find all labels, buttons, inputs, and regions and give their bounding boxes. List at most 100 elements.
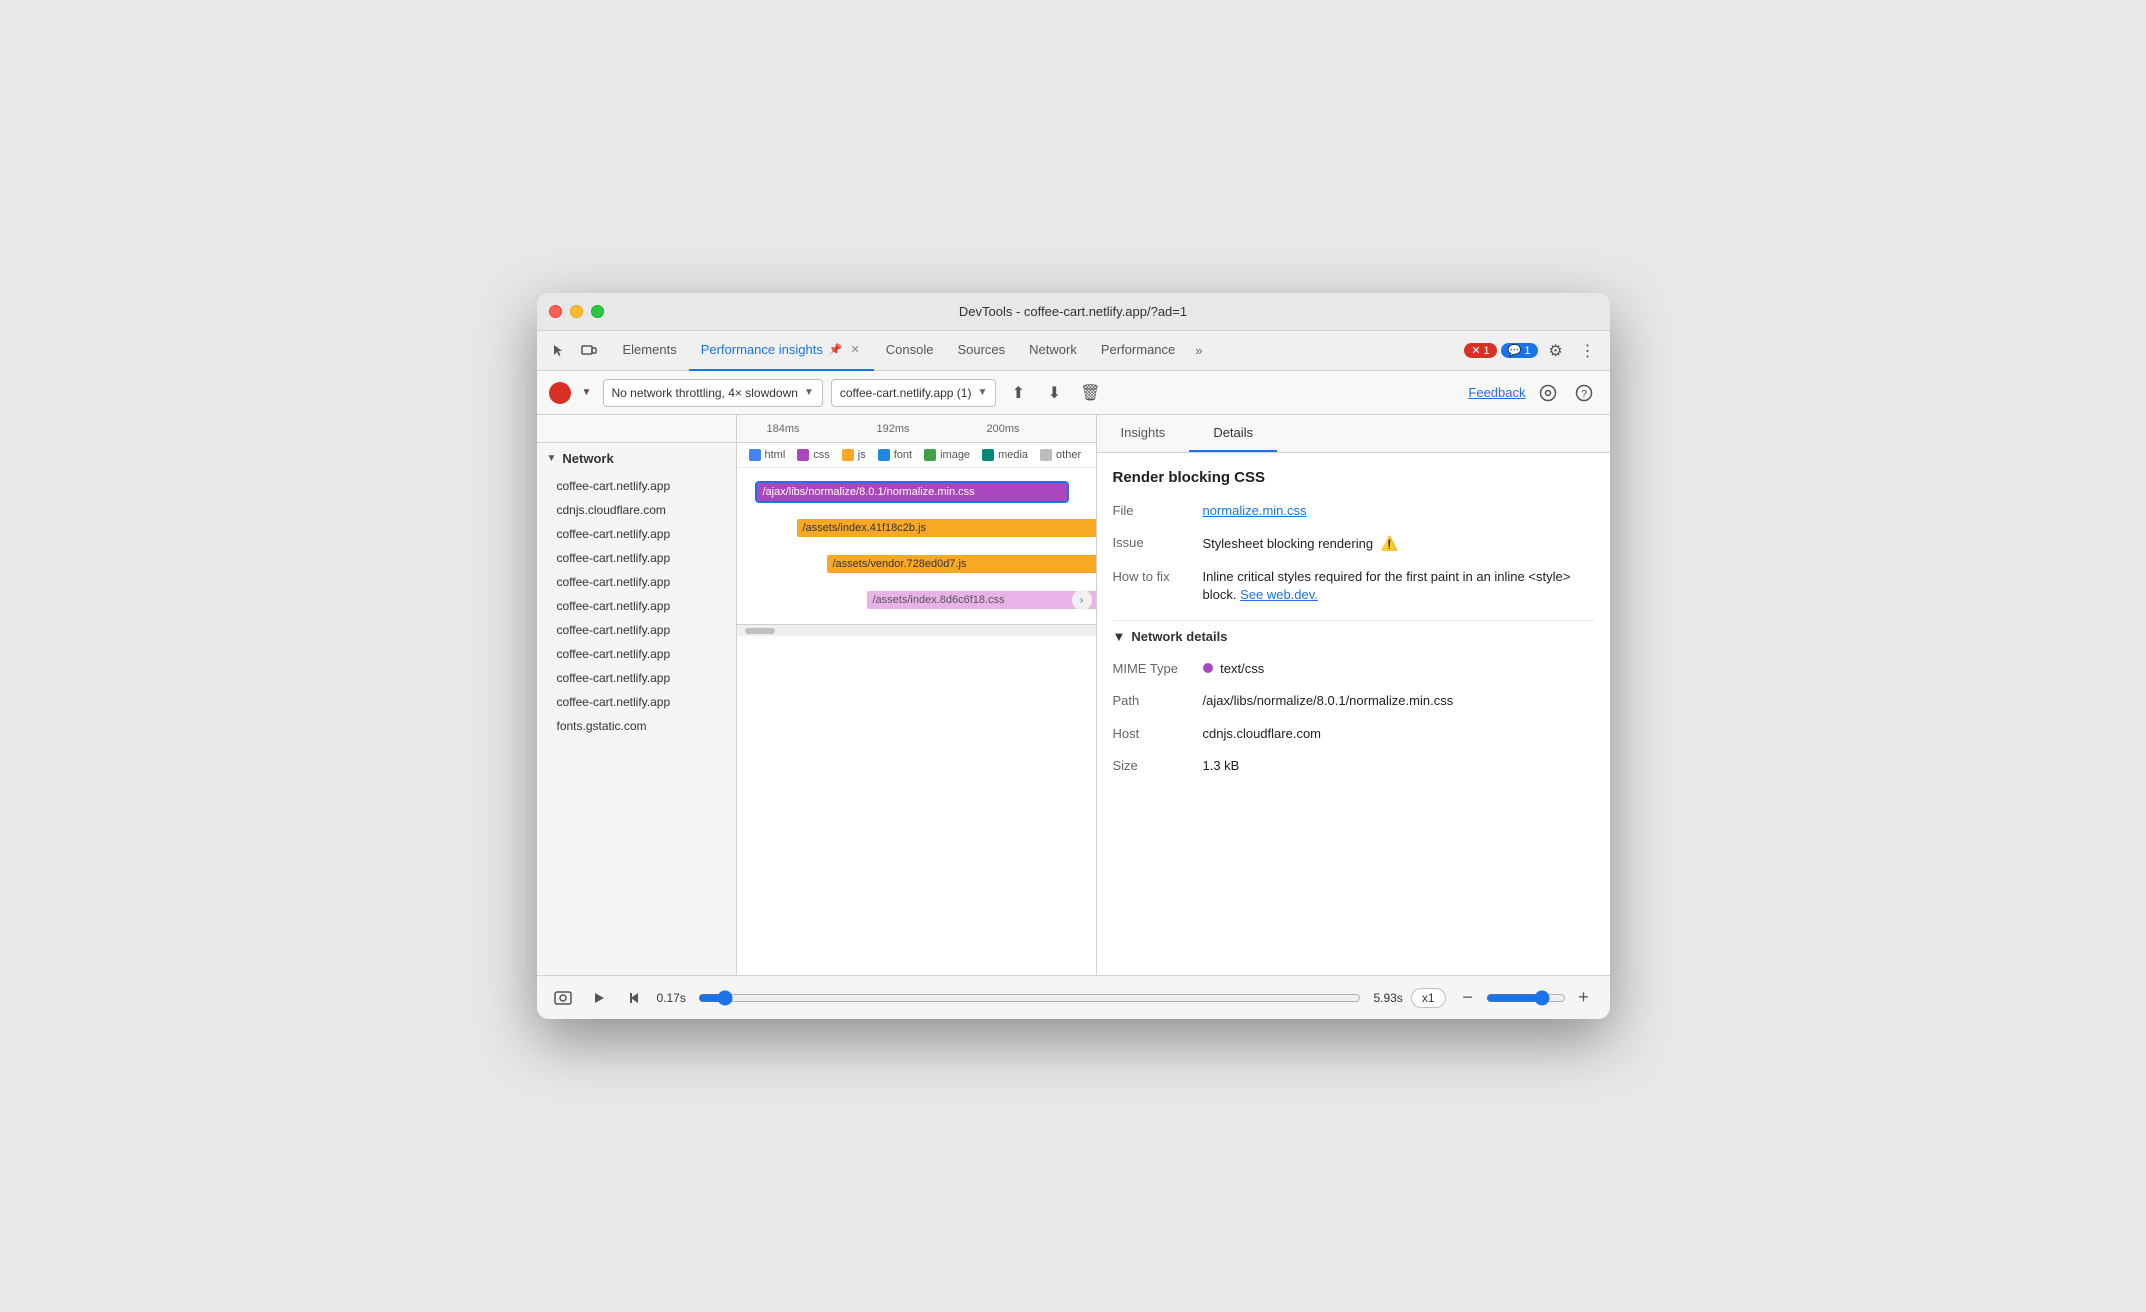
- issue-value: Stylesheet blocking rendering ⚠️: [1203, 534, 1594, 554]
- record-button[interactable]: [549, 382, 571, 404]
- size-value: 1.3 kB: [1203, 757, 1594, 775]
- upload-button[interactable]: ⬆: [1004, 379, 1032, 407]
- list-item[interactable]: coffee-cart.netlify.app: [537, 570, 736, 594]
- tab-performance[interactable]: Performance: [1089, 331, 1187, 371]
- device-icon-btn[interactable]: [575, 337, 603, 365]
- panel-content: Render blocking CSS File normalize.min.c…: [1097, 453, 1610, 975]
- tab-insights[interactable]: Insights: [1097, 415, 1190, 452]
- tab-network[interactable]: Network: [1017, 331, 1089, 371]
- legend-other-dot: [1040, 449, 1052, 461]
- list-item[interactable]: coffee-cart.netlify.app: [537, 690, 736, 714]
- legend-js: js: [842, 449, 866, 461]
- legend-media: media: [982, 449, 1028, 461]
- issue-text: Stylesheet blocking rendering: [1203, 536, 1374, 551]
- legend-media-dot: [982, 449, 994, 461]
- tab-performance-insights-label: Performance insights: [701, 342, 823, 357]
- waterfall-row-1[interactable]: /assets/index.41f18c2b.js: [737, 512, 1096, 544]
- traffic-lights: [549, 305, 604, 318]
- playback-slider[interactable]: [698, 990, 1362, 1006]
- close-button[interactable]: [549, 305, 562, 318]
- zoom-slider[interactable]: [1486, 990, 1566, 1006]
- tabs-bar: Elements Performance insights 📌 ✕ Consol…: [537, 331, 1610, 371]
- message-badge[interactable]: 💬 1: [1501, 343, 1538, 358]
- mime-dot-icon: [1203, 663, 1213, 673]
- scroll-thumb[interactable]: [745, 628, 775, 634]
- list-item[interactable]: coffee-cart.netlify.app: [537, 642, 736, 666]
- timeline-header: 184ms 192ms 200ms: [537, 415, 1096, 443]
- zoom-in-button[interactable]: +: [1570, 984, 1598, 1012]
- expand-chevron[interactable]: ›: [1072, 590, 1092, 610]
- timeline-sidebar-space: [537, 415, 737, 442]
- screenshot-button[interactable]: [549, 984, 577, 1012]
- download-button[interactable]: ⬇: [1040, 379, 1068, 407]
- bar-label-3: /assets/index.8d6c6f18.css: [873, 594, 1005, 606]
- waterfall-bar-2[interactable]: /assets/vendor.728ed0d7.js: [827, 555, 1096, 573]
- legend-html-label: html: [765, 449, 786, 461]
- waterfall-row-2[interactable]: /assets/vendor.728ed0d7.js: [737, 548, 1096, 580]
- network-chevron: ▼: [547, 453, 557, 464]
- cursor-icon-btn[interactable]: [545, 337, 573, 365]
- settings-button[interactable]: ⚙: [1542, 337, 1570, 365]
- see-web-dev-link[interactable]: See web.dev.: [1240, 587, 1318, 602]
- tab-more-button[interactable]: »: [1187, 343, 1210, 358]
- list-item[interactable]: cdnjs.cloudflare.com: [537, 498, 736, 522]
- legend-other: other: [1040, 449, 1081, 461]
- waterfall-row-3[interactable]: /assets/index.8d6c6f18.css ›: [737, 584, 1096, 616]
- list-item[interactable]: fonts.gstatic.com: [537, 714, 736, 738]
- error-badge[interactable]: ✕ 1: [1464, 343, 1496, 358]
- legend-css: css: [797, 449, 830, 461]
- throttle-dropdown[interactable]: No network throttling, 4× slowdown ▼: [603, 379, 823, 407]
- legend-css-dot: [797, 449, 809, 461]
- list-item[interactable]: coffee-cart.netlify.app: [537, 618, 736, 642]
- tab-details[interactable]: Details: [1189, 415, 1277, 452]
- toolbar-help-button[interactable]: ?: [1570, 379, 1598, 407]
- scroll-area[interactable]: [737, 624, 1096, 636]
- record-dropdown-button[interactable]: ▼: [579, 379, 595, 407]
- play-button[interactable]: [585, 984, 613, 1012]
- url-dropdown-arrow: ▼: [977, 387, 987, 398]
- main-content: 184ms 192ms 200ms ▼ Network coffee-cart.…: [537, 415, 1610, 975]
- tab-close-icon[interactable]: ✕: [849, 342, 862, 357]
- waterfall-bar-0[interactable]: /ajax/libs/normalize/8.0.1/normalize.min…: [757, 483, 1067, 501]
- maximize-button[interactable]: [591, 305, 604, 318]
- tab-sources[interactable]: Sources: [945, 331, 1017, 371]
- toolbar-settings-button[interactable]: [1534, 379, 1562, 407]
- window-title: DevTools - coffee-cart.netlify.app/?ad=1: [959, 304, 1187, 319]
- skip-start-button[interactable]: [621, 984, 649, 1012]
- list-item[interactable]: coffee-cart.netlify.app: [537, 522, 736, 546]
- legend-js-label: js: [858, 449, 866, 461]
- more-options-button[interactable]: ⋮: [1574, 337, 1602, 365]
- zoom-controls: − +: [1454, 984, 1598, 1012]
- tab-console[interactable]: Console: [874, 331, 946, 371]
- url-dropdown[interactable]: coffee-cart.netlify.app (1) ▼: [831, 379, 997, 407]
- zoom-out-button[interactable]: −: [1454, 984, 1482, 1012]
- delete-button[interactable]: 🗑: [1076, 379, 1104, 407]
- tab-performance-label: Performance: [1101, 342, 1175, 357]
- tab-elements[interactable]: Elements: [611, 331, 689, 371]
- list-item[interactable]: coffee-cart.netlify.app: [537, 546, 736, 570]
- timeline-ticks: 184ms 192ms 200ms: [737, 415, 1096, 442]
- list-item[interactable]: coffee-cart.netlify.app: [537, 666, 736, 690]
- tab-sources-label: Sources: [957, 342, 1005, 357]
- speed-button[interactable]: x1: [1411, 988, 1446, 1008]
- tab-elements-label: Elements: [623, 342, 677, 357]
- legend-html-dot: [749, 449, 761, 461]
- feedback-link[interactable]: Feedback: [1468, 385, 1525, 400]
- waterfall-row-0[interactable]: /ajax/libs/normalize/8.0.1/normalize.min…: [737, 476, 1096, 508]
- waterfall-bar-1[interactable]: /assets/index.41f18c2b.js: [797, 519, 1096, 537]
- network-details-chevron: ▼: [1113, 629, 1126, 644]
- file-link[interactable]: normalize.min.css: [1203, 503, 1307, 518]
- throttle-label: No network throttling, 4× slowdown: [612, 386, 798, 400]
- network-details-header[interactable]: ▼ Network details: [1113, 620, 1594, 652]
- detail-row-size: Size 1.3 kB: [1113, 757, 1594, 775]
- list-item[interactable]: coffee-cart.netlify.app: [537, 474, 736, 498]
- network-header[interactable]: ▼ Network: [537, 443, 736, 474]
- waterfall-bar-3[interactable]: /assets/index.8d6c6f18.css: [867, 591, 1096, 609]
- list-item[interactable]: coffee-cart.netlify.app: [537, 594, 736, 618]
- playback-slider-container[interactable]: [694, 990, 1366, 1006]
- minimize-button[interactable]: [570, 305, 583, 318]
- network-details-label: Network details: [1131, 629, 1227, 644]
- tab-performance-insights[interactable]: Performance insights 📌 ✕: [689, 331, 874, 371]
- section-title: Render blocking CSS: [1113, 469, 1594, 486]
- size-label: Size: [1113, 757, 1203, 773]
